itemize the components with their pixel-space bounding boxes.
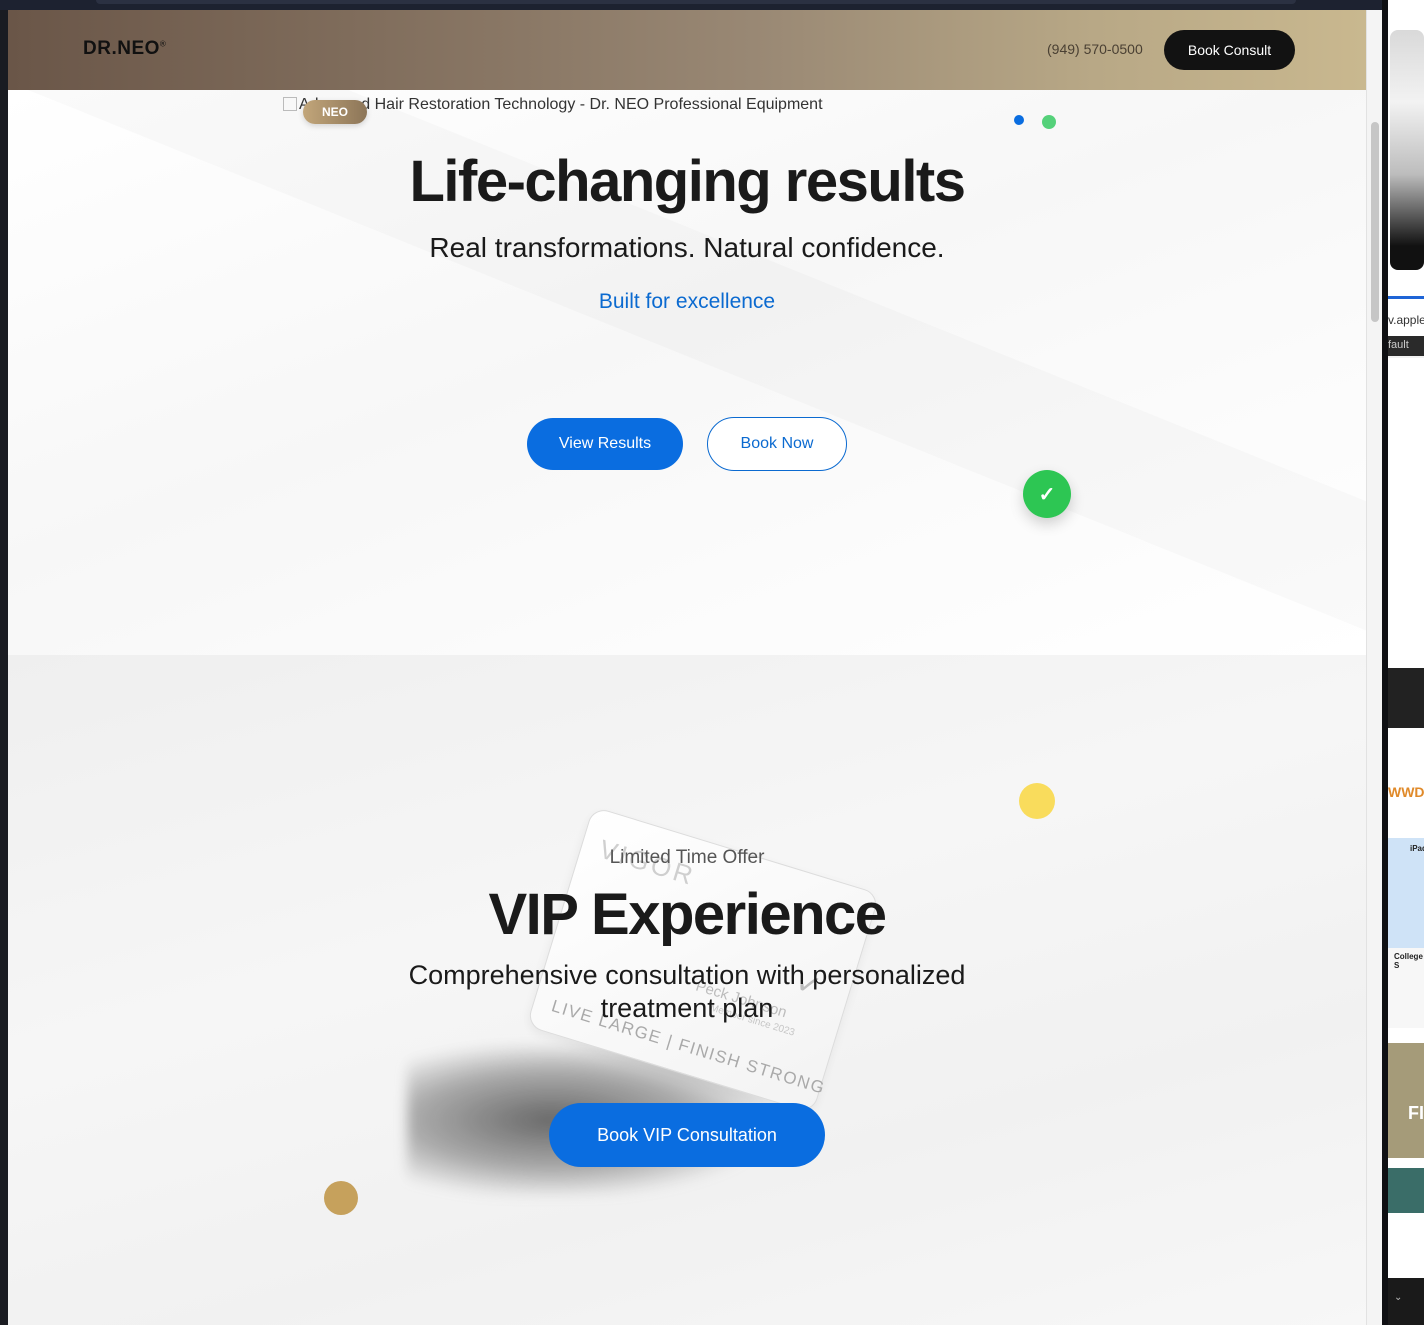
page-viewport: DR.NEO® (949) 570-0500 Book Consult Adva…	[8, 10, 1366, 1325]
yellow-dot-decoration	[1019, 783, 1055, 819]
college-thumbnail: College S	[1388, 948, 1424, 1028]
thumbnail-green	[1388, 1168, 1424, 1213]
chevron-down-icon[interactable]: ⌄	[1394, 1292, 1402, 1303]
device-image	[1390, 30, 1424, 270]
thumbnail-dark	[1388, 668, 1424, 728]
broken-image-icon	[283, 97, 297, 111]
wwdc-thumbnail: WWD	[1388, 738, 1424, 828]
neo-badge: NEO	[303, 100, 367, 124]
background-browser-window[interactable]: v.apple fault WWD iPad College S FI ⌄	[1388, 0, 1424, 1325]
logo-registered-mark: ®	[159, 39, 167, 49]
background-window-hero	[1388, 0, 1424, 300]
blue-dot-decoration	[1014, 115, 1024, 125]
hero-title: Life-changing results	[409, 149, 966, 214]
browser-top-chrome	[0, 0, 1382, 10]
book-vip-consultation-button[interactable]: Book VIP Consultation	[549, 1103, 825, 1167]
check-icon: ✓	[1023, 470, 1071, 518]
vip-title: VIP Experience	[488, 882, 887, 947]
ipad-thumbnail: iPad	[1388, 838, 1424, 948]
built-for-excellence-link[interactable]: Built for excellence	[8, 290, 1366, 314]
book-consult-button[interactable]: Book Consult	[1164, 30, 1295, 70]
site-header: DR.NEO® (949) 570-0500 Book Consult	[8, 10, 1366, 90]
background-tab-label[interactable]: fault	[1388, 336, 1424, 356]
vip-offer-label: Limited Time Offer	[609, 847, 765, 868]
hero-section: Advanced Hair Restoration Technology - D…	[8, 90, 1366, 655]
phone-link[interactable]: (949) 570-0500	[1047, 41, 1143, 57]
logo-text: DR.NEO	[83, 38, 160, 59]
book-now-button[interactable]: Book Now	[707, 417, 847, 471]
view-results-button[interactable]: View Results	[527, 418, 683, 470]
hero-subtitle: Real transformations. Natural confidence…	[429, 232, 945, 263]
browser-tab-strip	[96, 0, 1296, 4]
vip-section: VIGOR ✓ Peck Johnson Member since 2023 L…	[8, 655, 1366, 1325]
broken-image-alt-text: Advanced Hair Restoration Technology - D…	[299, 96, 823, 113]
background-url-bar[interactable]: v.apple	[1388, 296, 1424, 336]
fi-thumbnail: FI	[1388, 1043, 1424, 1158]
background-window-footer: ⌄	[1388, 1278, 1424, 1325]
logo[interactable]: DR.NEO®	[83, 38, 166, 60]
vip-description: Comprehensive consultation with personal…	[408, 960, 966, 1023]
tan-dot-decoration	[324, 1181, 358, 1215]
window-left-edge	[0, 10, 8, 1325]
background-page-content: WWD iPad College S FI	[1388, 358, 1424, 1278]
scrollbar-thumb[interactable]	[1371, 122, 1379, 322]
page-scrollbar[interactable]	[1366, 10, 1382, 1325]
green-dot-decoration	[1042, 115, 1056, 129]
